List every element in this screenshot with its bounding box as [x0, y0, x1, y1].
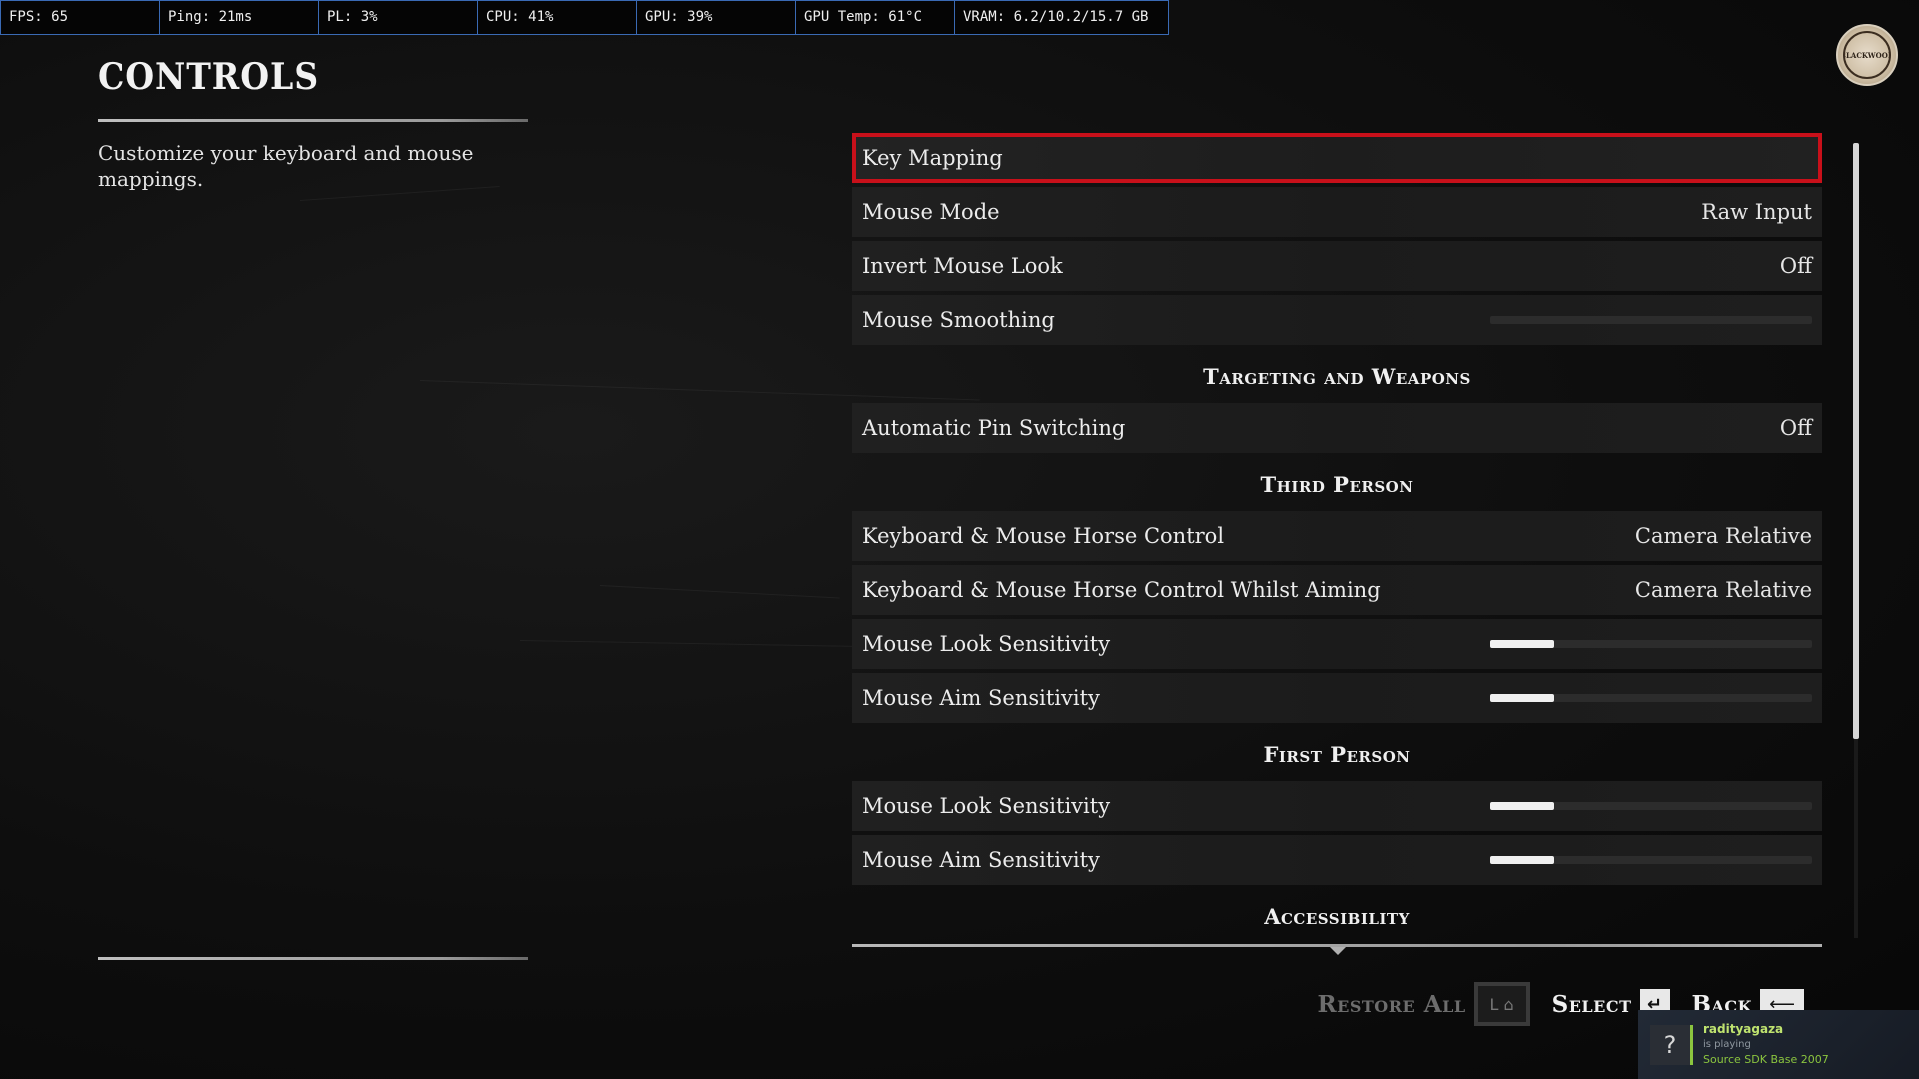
slider-fill [1490, 802, 1555, 810]
setting-key-mapping[interactable]: Key Mapping [852, 133, 1822, 183]
perf-stat: FPS: 65 [1, 1, 160, 34]
setting-mouse-mode[interactable]: Mouse Mode Raw Input [852, 187, 1822, 237]
setting-value[interactable]: Raw Input [1701, 200, 1812, 224]
bottom-divider [98, 957, 528, 960]
setting-label: Automatic Pin Switching [862, 416, 1126, 440]
setting-label: Mouse Mode [862, 200, 1000, 224]
logo-emblem: BLACKWOOD [1843, 31, 1891, 79]
setting-label: Keyboard & Mouse Horse Control [862, 524, 1225, 548]
restore-all-label: Restore All [1317, 990, 1466, 1018]
setting-slider[interactable] [1490, 640, 1812, 648]
steam-notification: ? radityagaza is playing Source SDK Base… [1638, 1010, 1919, 1079]
section-header: Accessibility [1264, 903, 1410, 929]
perf-stat: GPU: 39% [637, 1, 796, 34]
slider-fill [1490, 694, 1555, 702]
perf-stat: VRAM: 6.2/10.2/15.7 GB [963, 9, 1149, 25]
setting-label: Mouse Look Sensitivity [862, 632, 1111, 656]
setting-value[interactable]: Camera Relative [1635, 578, 1812, 602]
page-title: CONTROLS [98, 56, 320, 98]
section-header: Targeting and Weapons [1203, 363, 1471, 389]
setting-label: Mouse Look Sensitivity [862, 794, 1111, 818]
background-scratch [599, 585, 840, 599]
game-menu-screen: FPS: 65 Ping: 21ms PL: 3% CPU: 41% GPU: 39% G… [0, 0, 1919, 1079]
scroll-down-arrow-icon[interactable] [1330, 947, 1346, 955]
setting-keyboard-and-mouse-horse-control[interactable]: Keyboard & Mouse Horse Control Camera Rel… [852, 511, 1822, 561]
setting-value[interactable]: Off [1780, 254, 1812, 278]
slider-fill [1490, 640, 1555, 648]
perf-stat: CPU: 41% [478, 1, 637, 34]
setting-label: Mouse Aim Sensitivity [862, 848, 1100, 872]
setting-mouse-aim-sensitivity[interactable]: Mouse Aim Sensitivity [852, 673, 1822, 723]
setting-label: Key Mapping [862, 146, 1003, 170]
title-divider [98, 119, 528, 122]
setting-slider[interactable] [1490, 694, 1812, 702]
setting-mouse-smoothing[interactable]: Mouse Smoothing [852, 295, 1822, 345]
background-scratch [519, 640, 900, 648]
setting-slider[interactable] [1490, 856, 1812, 864]
setting-value[interactable]: Off [1780, 416, 1812, 440]
setting-label: Mouse Smoothing [862, 308, 1055, 332]
setting-automatic-pin-switching[interactable]: Automatic Pin Switching Off [852, 403, 1822, 453]
setting-keyboard-and-mouse-horse-control-whilst-aiming[interactable]: Keyboard & Mouse Horse Control Whilst Ai… [852, 565, 1822, 615]
settings-list: Key Mapping Mouse Mode Raw Input Invert Mou… [852, 133, 1822, 943]
steam-status: is playing [1703, 1039, 1751, 1050]
section-header: Third Person [1260, 471, 1414, 497]
restore-all-button[interactable]: Restore All L ⌂ [1318, 982, 1530, 1026]
setting-mouse-look-sensitivity[interactable]: Mouse Look Sensitivity [852, 781, 1822, 831]
scrollbar-thumb[interactable] [1853, 143, 1859, 740]
setting-invert-mouse-look[interactable]: Invert Mouse Look Off [852, 241, 1822, 291]
setting-label: Mouse Aim Sensitivity [862, 686, 1100, 710]
setting-slider[interactable] [1490, 802, 1812, 810]
restore-all-key-icon: L ⌂ [1473, 982, 1530, 1026]
setting-label: Keyboard & Mouse Horse Control Whilst Ai… [862, 578, 1381, 602]
steam-username: radityagaza [1703, 1022, 1784, 1036]
steam-notification-text: radityagaza is playing Source SDK Base 2… [1703, 1022, 1829, 1067]
perf-stat: Ping: 21ms [160, 1, 319, 34]
select-label: Select [1551, 990, 1632, 1018]
setting-value[interactable]: Camera Relative [1635, 524, 1812, 548]
performance-overlay: FPS: 65 Ping: 21ms PL: 3% CPU: 41% GPU: 39% G… [0, 0, 1169, 35]
blackwood-logo: BLACKWOOD [1836, 24, 1898, 86]
setting-slider[interactable] [1490, 316, 1812, 324]
page-description: Customize your keyboard and mouse mappin… [98, 141, 474, 191]
setting-mouse-look-sensitivity[interactable]: Mouse Look Sensitivity [852, 619, 1822, 669]
setting-mouse-aim-sensitivity[interactable]: Mouse Aim Sensitivity [852, 835, 1822, 885]
section-header: First Person [1263, 741, 1411, 767]
perf-stat: GPU Temp: 61°C [796, 1, 955, 34]
steam-game-name: Source SDK Base 2007 [1703, 1053, 1829, 1066]
avatar: ? [1650, 1024, 1693, 1065]
setting-label: Invert Mouse Look [862, 254, 1063, 278]
perf-stat: PL: 3% [319, 1, 478, 34]
slider-fill [1490, 856, 1555, 864]
